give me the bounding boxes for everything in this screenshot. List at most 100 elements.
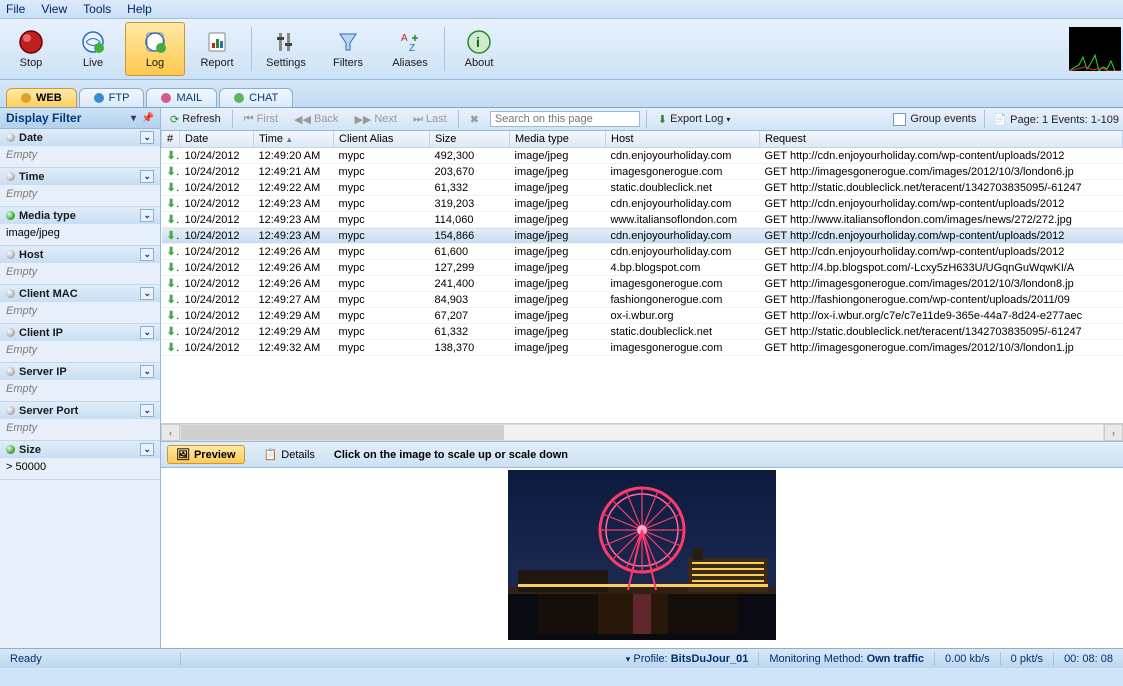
events-grid[interactable]: #DateTimeClient AliasSizeMedia typeHostR… bbox=[161, 131, 1123, 423]
filter-head-serverip[interactable]: Server IP⌄ bbox=[0, 363, 160, 380]
col-media-type[interactable]: Media type bbox=[510, 131, 606, 148]
back-button[interactable]: ◀◀Back bbox=[289, 111, 343, 128]
filter-head-serverport[interactable]: Server Port⌄ bbox=[0, 402, 160, 419]
table-row[interactable]: ⬇10/24/201212:49:23 AMmypc114,060image/j… bbox=[162, 212, 1123, 228]
preview-pane[interactable] bbox=[161, 468, 1123, 648]
col-date[interactable]: Date bbox=[180, 131, 254, 148]
table-row[interactable]: ⬇10/24/201212:49:26 AMmypc127,299image/j… bbox=[162, 260, 1123, 276]
table-row[interactable]: ⬇10/24/201212:49:23 AMmypc154,866image/j… bbox=[162, 228, 1123, 244]
chevron-down-icon[interactable]: ⌄ bbox=[140, 209, 154, 222]
cell-media: image/jpeg bbox=[510, 196, 606, 212]
aliases-button[interactable]: AZAliases bbox=[380, 22, 440, 76]
table-row[interactable]: ⬇10/24/201212:49:26 AMmypc61,600image/jp… bbox=[162, 244, 1123, 260]
chevron-down-icon[interactable]: ⌄ bbox=[140, 248, 154, 261]
stop-button[interactable]: Stop bbox=[1, 22, 61, 76]
delete-button[interactable]: ✖ bbox=[465, 111, 484, 128]
download-icon: ⬇ bbox=[167, 310, 180, 322]
col-time[interactable]: Time bbox=[254, 131, 334, 148]
page-icon: 📄 bbox=[993, 114, 1007, 126]
first-button[interactable]: ⏮First bbox=[239, 111, 283, 128]
refresh-button[interactable]: ⟳Refresh bbox=[165, 111, 226, 128]
filter-head-size[interactable]: Size⌄ bbox=[0, 441, 160, 458]
status-bar: Ready ▾ Profile: BitsDuJour_01 Monitorin… bbox=[0, 648, 1123, 668]
table-row[interactable]: ⬇10/24/201212:49:29 AMmypc61,332image/jp… bbox=[162, 324, 1123, 340]
chevron-down-icon[interactable]: ⌄ bbox=[140, 326, 154, 339]
cell-alias: mypc bbox=[334, 212, 430, 228]
tab-ftp[interactable]: FTP bbox=[79, 88, 145, 107]
table-row[interactable]: ⬇10/24/201212:49:23 AMmypc319,203image/j… bbox=[162, 196, 1123, 212]
status-profile[interactable]: ▾ Profile: BitsDuJour_01 bbox=[616, 652, 760, 666]
filter-value: Empty bbox=[0, 380, 160, 401]
web-icon bbox=[21, 93, 31, 103]
tab-chat[interactable]: CHAT bbox=[219, 88, 293, 107]
filter-clientmac[interactable]: Client MAC⌄Empty bbox=[0, 285, 160, 324]
chevron-down-icon[interactable]: ⌄ bbox=[140, 365, 154, 378]
activity-sparkline bbox=[1069, 27, 1121, 71]
filter-serverport[interactable]: Server Port⌄Empty bbox=[0, 402, 160, 441]
table-row[interactable]: ⬇10/24/201212:49:27 AMmypc84,903image/jp… bbox=[162, 292, 1123, 308]
menu-view[interactable]: View bbox=[41, 2, 67, 16]
log-button[interactable]: Log bbox=[125, 22, 185, 76]
filter-time[interactable]: Time⌄Empty bbox=[0, 168, 160, 207]
col-request[interactable]: Request bbox=[760, 131, 1123, 148]
tab-mail[interactable]: MAIL bbox=[146, 88, 217, 107]
filter-head-clientip[interactable]: Client IP⌄ bbox=[0, 324, 160, 341]
col-client-alias[interactable]: Client Alias bbox=[334, 131, 430, 148]
filter-head-clientmac[interactable]: Client MAC⌄ bbox=[0, 285, 160, 302]
horizontal-scrollbar[interactable]: ‹ › bbox=[161, 423, 1123, 441]
export-button[interactable]: ⬇Export Log▾ bbox=[653, 111, 735, 128]
tab-web[interactable]: WEB bbox=[6, 88, 77, 107]
chevron-down-icon[interactable]: ⌄ bbox=[140, 404, 154, 417]
menu-tools[interactable]: Tools bbox=[83, 2, 111, 16]
settings-button[interactable]: Settings bbox=[256, 22, 316, 76]
details-icon: 📋 bbox=[264, 448, 278, 461]
chevron-down-icon[interactable]: ⌄ bbox=[140, 131, 154, 144]
search-input[interactable] bbox=[490, 111, 640, 127]
cell-date: 10/24/2012 bbox=[180, 260, 254, 276]
next-button[interactable]: ▶▶Next bbox=[349, 111, 402, 128]
table-row[interactable]: ⬇10/24/201212:49:21 AMmypc203,670image/j… bbox=[162, 164, 1123, 180]
last-button[interactable]: ⏭Last bbox=[408, 111, 452, 128]
toolbar-label: Report bbox=[200, 57, 233, 69]
menu-help[interactable]: Help bbox=[127, 2, 152, 16]
filter-serverip[interactable]: Server IP⌄Empty bbox=[0, 363, 160, 402]
filter-media[interactable]: Media type⌄image/jpeg bbox=[0, 207, 160, 246]
grid-toolbar: ⟳Refresh ⏮First ◀◀Back ▶▶Next ⏭Last ✖ ⬇E… bbox=[161, 108, 1123, 131]
table-row[interactable]: ⬇10/24/201212:49:20 AMmypc492,300image/j… bbox=[162, 148, 1123, 164]
cell-host: fashiongonerogue.com bbox=[606, 292, 760, 308]
chevron-down-icon[interactable]: ⌄ bbox=[140, 287, 154, 300]
col-size[interactable]: Size bbox=[430, 131, 510, 148]
chevron-down-icon[interactable]: ⌄ bbox=[140, 170, 154, 183]
preview-icon: 🖼 bbox=[176, 448, 190, 461]
about-button[interactable]: iAbout bbox=[449, 22, 509, 76]
table-row[interactable]: ⬇10/24/201212:49:22 AMmypc61,332image/jp… bbox=[162, 180, 1123, 196]
filter-clientip[interactable]: Client IP⌄Empty bbox=[0, 324, 160, 363]
filter-head-media[interactable]: Media type⌄ bbox=[0, 207, 160, 224]
chevron-down-icon[interactable]: ⌄ bbox=[140, 443, 154, 456]
status-dot-icon bbox=[6, 445, 15, 454]
panel-controls[interactable]: ▾ 📌 bbox=[131, 113, 154, 124]
scroll-left-icon[interactable]: ‹ bbox=[161, 424, 180, 441]
menu-file[interactable]: File bbox=[6, 2, 25, 16]
filter-host[interactable]: Host⌄Empty bbox=[0, 246, 160, 285]
col-host[interactable]: Host bbox=[606, 131, 760, 148]
scroll-right-icon[interactable]: › bbox=[1104, 424, 1123, 441]
preview-image[interactable] bbox=[508, 470, 776, 640]
filter-date[interactable]: Date⌄Empty bbox=[0, 129, 160, 168]
table-row[interactable]: ⬇10/24/201212:49:32 AMmypc138,370image/j… bbox=[162, 340, 1123, 356]
col--[interactable]: # bbox=[162, 131, 180, 148]
filters-button[interactable]: Filters bbox=[318, 22, 378, 76]
download-icon: ⬇ bbox=[167, 150, 180, 162]
group-events-toggle[interactable]: Group events bbox=[893, 113, 976, 126]
filter-head-time[interactable]: Time⌄ bbox=[0, 168, 160, 185]
filter-head-host[interactable]: Host⌄ bbox=[0, 246, 160, 263]
filter-size[interactable]: Size⌄> 50000 bbox=[0, 441, 160, 480]
report-button[interactable]: Report bbox=[187, 22, 247, 76]
filter-head-date[interactable]: Date⌄ bbox=[0, 129, 160, 146]
live-button[interactable]: Live bbox=[63, 22, 123, 76]
preview-tab[interactable]: 🖼Preview bbox=[167, 445, 245, 464]
cell-size: 492,300 bbox=[430, 148, 510, 164]
table-row[interactable]: ⬇10/24/201212:49:29 AMmypc67,207image/jp… bbox=[162, 308, 1123, 324]
table-row[interactable]: ⬇10/24/201212:49:26 AMmypc241,400image/j… bbox=[162, 276, 1123, 292]
details-tab[interactable]: 📋Details bbox=[255, 445, 324, 464]
